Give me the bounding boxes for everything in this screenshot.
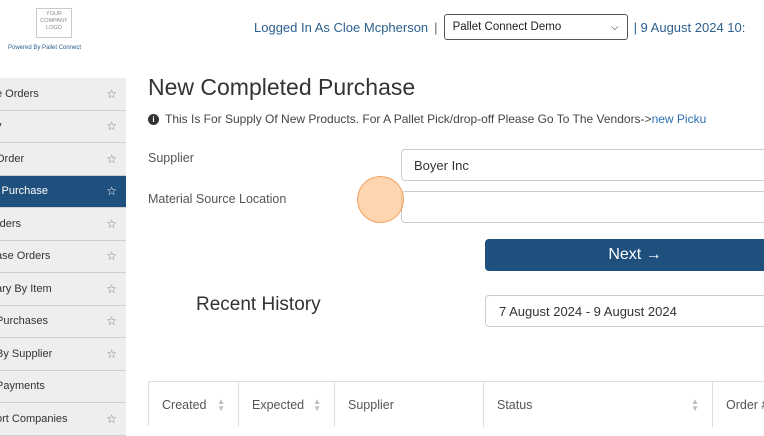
column-status[interactable]: Status ▲ ▼ <box>484 382 713 427</box>
sidebar-item-label: rders <box>0 217 22 230</box>
sidebar-item-completed-purchase[interactable]: l Purchase ☆ <box>0 175 126 208</box>
sidebar-item-label: ase Orders <box>0 250 51 263</box>
star-outline-icon[interactable]: ☆ <box>106 314 117 328</box>
new-pickup-link[interactable]: new Picku <box>652 112 707 126</box>
star-outline-icon[interactable]: ☆ <box>106 217 117 231</box>
info-text: This Is For Supply Of New Products. For … <box>165 112 652 126</box>
sort-icon: ▲ ▼ <box>691 396 699 413</box>
sidebar-item-label: ary By Item <box>0 282 52 295</box>
sidebar-item-new-order[interactable]: Order ☆ <box>0 143 126 176</box>
sidebar-item-purchases[interactable]: Purchases ☆ <box>0 305 126 338</box>
column-supplier[interactable]: Supplier <box>335 382 484 427</box>
material-source-label: Material Source Location <box>148 192 287 206</box>
star-outline-icon[interactable]: ☆ <box>106 412 117 426</box>
star-outline-icon[interactable]: ☆ <box>106 347 117 361</box>
supplier-field[interactable]: Boyer Inc <box>401 149 764 181</box>
star-outline-icon[interactable]: ☆ <box>106 119 117 133</box>
recent-history-heading: Recent History <box>196 294 321 315</box>
page-title: New Completed Purchase <box>148 74 416 100</box>
sidebar-item-label: l Purchase <box>0 185 48 198</box>
sidebar-item-label: By Supplier <box>0 347 53 360</box>
sidebar-menu: e Orders ☆ y ☆ Order ☆ l Purchase ☆ rder… <box>0 78 126 436</box>
star-outline-icon[interactable]: ☆ <box>106 249 117 263</box>
column-label: Created <box>162 397 207 412</box>
column-label: Order # <box>726 397 764 412</box>
supplier-label: Supplier <box>148 151 194 165</box>
history-table-header: Created ▲ ▼ Expected ▲ ▼ Supplier Status ▲… <box>148 381 764 427</box>
info-circle-icon: i <box>148 113 159 125</box>
sidebar-item-by-supplier[interactable]: By Supplier ☆ <box>0 338 126 371</box>
star-outline-icon[interactable]: ☆ <box>106 282 117 296</box>
sidebar-item-orders[interactable]: rders ☆ <box>0 208 126 241</box>
info-message: i This Is For Supply Of New Products. Fo… <box>148 112 706 126</box>
column-label: Supplier <box>348 397 394 412</box>
star-outline-icon[interactable]: ☆ <box>106 152 117 166</box>
sort-icon: ▲ ▼ <box>313 396 321 413</box>
logged-in-text: Logged In As Cloe Mcpherson <box>254 19 429 35</box>
star-outline-icon[interactable]: ☆ <box>106 184 117 198</box>
column-label: Status <box>497 397 533 412</box>
sidebar-item-transport-companies[interactable]: ort Companies ☆ <box>0 403 126 436</box>
sidebar-item-label: Order <box>0 152 25 165</box>
column-created[interactable]: Created ▲ ▼ <box>149 382 239 427</box>
datetime-text: | 9 August 2024 10: <box>633 19 746 35</box>
header-separator: | <box>434 19 438 35</box>
cursor-highlight <box>357 176 404 223</box>
sidebar-item-history[interactable]: y ☆ <box>0 110 126 143</box>
sidebar-item-label: Payments <box>0 380 45 393</box>
sidebar-item-label: Purchases <box>0 315 48 328</box>
date-range-picker[interactable]: 7 August 2024 - 9 August 2024 <box>485 295 764 327</box>
company-logo: YOUR COMPANY LOGO <box>36 8 72 38</box>
sidebar-item-summary-by-item[interactable]: ary By Item ☆ <box>0 273 126 306</box>
account-select-value: Pallet Connect Demo <box>452 21 562 33</box>
next-button[interactable]: Next → <box>485 239 764 271</box>
star-outline-icon[interactable]: ☆ <box>106 87 117 101</box>
account-select[interactable]: Pallet Connect Demo ⌵ <box>443 14 628 40</box>
sort-icon: ▲ ▼ <box>217 396 225 413</box>
sidebar-item-label: e Orders <box>0 87 39 100</box>
column-order-number[interactable]: Order # <box>713 382 764 427</box>
sidebar-item-label: y <box>0 120 2 132</box>
sidebar-item-label: ort Companies <box>0 412 68 425</box>
chevron-down-icon: ⌵ <box>610 21 619 33</box>
logo-text: YOUR COMPANY LOGO <box>40 11 68 31</box>
column-expected[interactable]: Expected ▲ ▼ <box>239 382 335 427</box>
supplier-value: Boyer Inc <box>414 157 469 173</box>
header-status-bar: Logged In As Cloe Mcpherson | Pallet Con… <box>254 14 745 40</box>
column-label: Expected <box>252 397 305 412</box>
date-range-value: 7 August 2024 - 9 August 2024 <box>499 303 677 319</box>
sidebar-item-purchase-orders[interactable]: e Orders ☆ <box>0 78 126 111</box>
powered-by-text: Powered By Pallet Connect <box>8 45 82 51</box>
sidebar-item-purchase-orders-list[interactable]: ase Orders ☆ <box>0 240 126 273</box>
material-source-field[interactable] <box>401 191 764 223</box>
sidebar-item-payments[interactable]: Payments <box>0 370 126 403</box>
